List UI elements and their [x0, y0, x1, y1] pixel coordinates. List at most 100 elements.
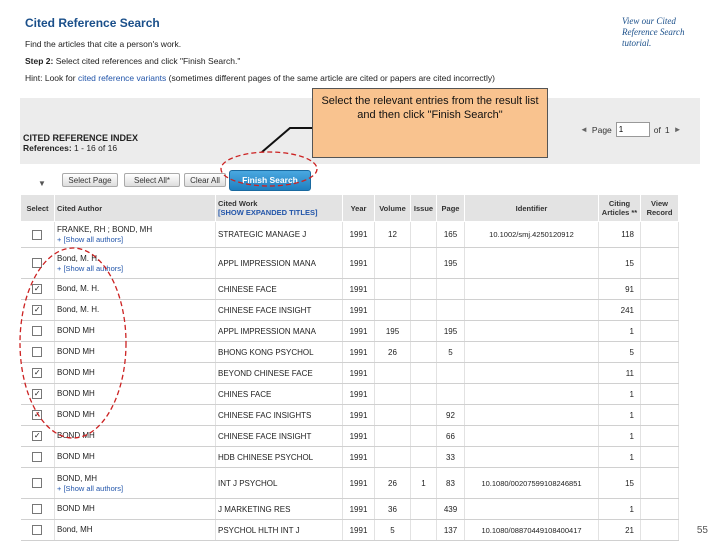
show-all-authors-link[interactable]: + [Show all authors]: [57, 235, 213, 244]
cited-author: BOND MH: [57, 347, 95, 356]
cited-author: FRANKE, RH ; BOND, MH: [57, 225, 153, 234]
select-all-button[interactable]: Select All*: [124, 173, 180, 187]
volume: [374, 362, 411, 384]
column-citing-articles[interactable]: Citing Articles **: [598, 194, 641, 222]
select-page-button[interactable]: Select Page: [62, 173, 118, 187]
finish-search-button[interactable]: Finish Search: [229, 170, 311, 191]
hint-text: (sometimes different pages of the same a…: [168, 73, 495, 83]
instruction-callout: Select the relevant entries from the res…: [312, 88, 548, 158]
column-cited-author[interactable]: Cited Author: [54, 194, 216, 222]
next-page-icon[interactable]: ►: [674, 125, 682, 134]
issue: [410, 383, 437, 405]
show-expanded-titles-link[interactable]: [SHOW EXPANDED TITLES]: [218, 208, 340, 217]
table-row: ✓ BOND MH CHINES FACE 1991 1: [20, 383, 679, 405]
cited-author: Bond, M. H.: [57, 253, 100, 263]
select-cell: ✓: [20, 404, 55, 426]
cited-work: CHINESE FAC INSIGHTS: [215, 404, 343, 426]
row-checkbox[interactable]: ✓: [32, 284, 43, 294]
citing-articles-count[interactable]: 5: [598, 341, 641, 363]
table-row: BOND MH J MARKETING RES 1991 36 439 1: [20, 498, 679, 520]
identifier: [464, 362, 599, 384]
citing-articles-count[interactable]: 91: [598, 278, 641, 300]
year: 1991: [342, 247, 375, 279]
table-row: ✓ Bond, M. H. CHINESE FACE 1991 91: [20, 278, 679, 300]
year: 1991: [342, 446, 375, 468]
table-row: BOND, MH + [Show all authors] INT J PSYCHO…: [20, 467, 679, 499]
row-checkbox[interactable]: ✓: [32, 410, 43, 420]
citing-articles-count[interactable]: 1: [598, 446, 641, 468]
results-body: FRANKE, RH ; BOND, MH + [Show all authors…: [20, 221, 679, 541]
show-all-authors-link[interactable]: + [Show all authors]: [57, 264, 213, 273]
row-checkbox[interactable]: [32, 504, 43, 514]
volume: 12: [374, 221, 411, 248]
column-issue[interactable]: Issue: [410, 194, 437, 222]
cited-author: BOND MH: [57, 431, 95, 440]
citing-articles-count[interactable]: 15: [598, 247, 641, 279]
search-instructions: Cited Reference Search Find the articles…: [20, 12, 552, 100]
row-checkbox[interactable]: ✓: [32, 389, 43, 399]
row-checkbox[interactable]: ✓: [32, 431, 43, 441]
citing-articles-count[interactable]: 1: [598, 498, 641, 520]
citing-articles-count[interactable]: 15: [598, 467, 641, 499]
cited-work-label[interactable]: Cited Work: [218, 199, 340, 208]
column-cited-work: Cited Work [SHOW EXPANDED TITLES]: [215, 194, 343, 222]
column-volume[interactable]: Volume: [374, 194, 411, 222]
row-checkbox[interactable]: [32, 525, 43, 535]
volume: 36: [374, 498, 411, 520]
view-record-cell: [640, 498, 679, 520]
volume: 195: [374, 320, 411, 342]
volume: [374, 299, 411, 321]
tutorial-link[interactable]: View our Cited Reference Search tutorial…: [622, 16, 712, 49]
cited-author: BOND, MH: [57, 473, 97, 483]
row-checkbox[interactable]: ✓: [32, 368, 43, 378]
identifier: 10.1002/smj.4250120912: [464, 221, 599, 248]
row-checkbox[interactable]: [32, 452, 43, 462]
table-row: BOND MH HDB CHINESE PSYCHOL 1991 33 1: [20, 446, 679, 468]
citing-articles-count[interactable]: 1: [598, 320, 641, 342]
hint-label: Hint: Look for: [25, 73, 76, 83]
cited-work: CHINESE FACE INSIGHT: [215, 425, 343, 447]
row-checkbox[interactable]: [32, 258, 43, 268]
citing-articles-count[interactable]: 1: [598, 383, 641, 405]
column-identifier[interactable]: Identifier: [464, 194, 599, 222]
cited-author-cell: Bond, MH: [54, 519, 216, 541]
step2-label: Step 2:: [25, 56, 54, 66]
cited-author-cell: BOND MH: [54, 341, 216, 363]
issue: [410, 425, 437, 447]
citing-articles-count[interactable]: 1: [598, 425, 641, 447]
cited-author-cell: Bond, M. H.: [54, 278, 216, 300]
previous-page-icon[interactable]: ◄: [580, 125, 588, 134]
step2-text: Select cited references and click "Finis…: [55, 56, 241, 66]
pagination: ◄ Page of 1 ►: [580, 122, 682, 137]
view-record-cell: [640, 425, 679, 447]
page: 195: [436, 320, 465, 342]
column-year[interactable]: Year: [342, 194, 375, 222]
cited-work: PSYCHOL HLTH INT J: [215, 519, 343, 541]
row-checkbox[interactable]: [32, 347, 43, 357]
view-record-cell: [640, 221, 679, 248]
row-checkbox[interactable]: ✓: [32, 305, 43, 315]
page-number-input[interactable]: [615, 122, 650, 137]
citing-articles-count[interactable]: 11: [598, 362, 641, 384]
sort-arrow-icon[interactable]: ▼: [38, 179, 46, 188]
selection-toolbar: ▼ Select Page Select All* Clear All Fini…: [20, 167, 700, 191]
page-title: Cited Reference Search: [25, 16, 160, 30]
citing-articles-count[interactable]: 21: [598, 519, 641, 541]
references-label: References:: [23, 143, 72, 153]
citing-articles-count[interactable]: 118: [598, 221, 641, 248]
citing-articles-count[interactable]: 241: [598, 299, 641, 321]
column-page[interactable]: Page: [436, 194, 465, 222]
clear-all-button[interactable]: Clear All: [184, 173, 226, 187]
citing-articles-count[interactable]: 1: [598, 404, 641, 426]
row-checkbox[interactable]: [32, 478, 43, 488]
row-checkbox[interactable]: [32, 326, 43, 336]
year: 1991: [342, 278, 375, 300]
show-all-authors-link[interactable]: + [Show all authors]: [57, 484, 213, 493]
cited-reference-variants-link[interactable]: cited reference variants: [78, 73, 166, 83]
page: 83: [436, 467, 465, 499]
table-row: ✓ BOND MH CHINESE FAC INSIGHTS 1991 92 1: [20, 404, 679, 426]
view-record-cell: [640, 247, 679, 279]
row-checkbox[interactable]: [32, 229, 43, 240]
hint-line: Hint: Look for cited reference variants …: [25, 73, 495, 83]
cited-references-table: Select Cited Author Cited Work [SHOW EXP…: [20, 194, 679, 541]
